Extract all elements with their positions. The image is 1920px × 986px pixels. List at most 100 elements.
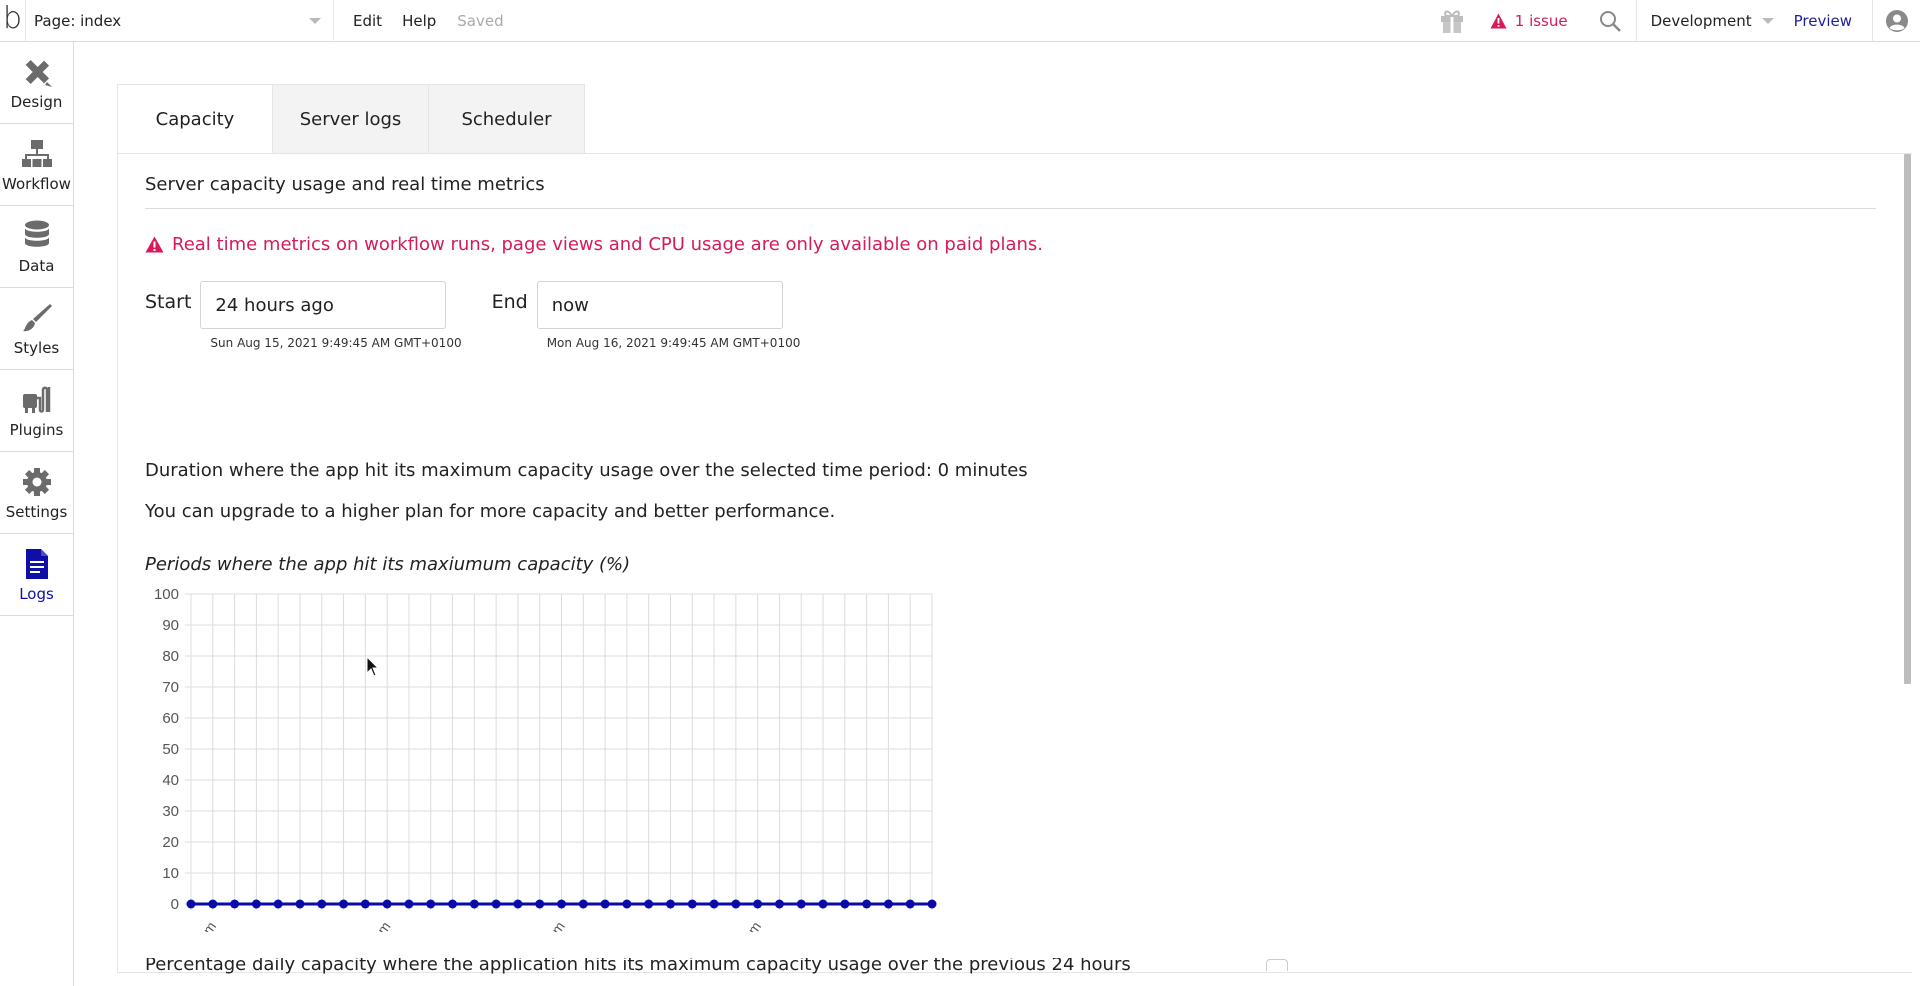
data-point [295,899,305,909]
app-logo[interactable]: b [0,0,26,42]
y-tick-label: 30 [162,803,179,820]
design-icon [20,55,54,89]
data-point [818,899,828,909]
upgrade-text: You can upgrade to a higher plan for mor… [145,501,836,522]
y-tick-label: 50 [162,741,179,758]
data-point [644,899,654,909]
chevron-down-icon [1761,18,1774,24]
data-point [360,899,370,909]
end-label: End [491,291,528,313]
start-group: Start Sun Aug 15, 2021 9:49:45 AM GMT+01… [145,281,462,350]
user-avatar[interactable] [1872,0,1920,42]
warning-icon [145,236,164,253]
data-point [927,899,937,909]
y-tick-label: 10 [162,865,179,882]
data-point [600,899,610,909]
data-point [774,899,784,909]
sidebar-item-label: Logs [19,584,54,603]
sidebar-item-label: Styles [13,338,60,357]
page-selector[interactable]: Page: index [26,0,334,42]
y-axis-ticks: 0 10 20 30 40 50 60 70 80 90 100 [154,586,179,913]
data-point [557,899,566,909]
start-resolved-date: Sun Aug 15, 2021 9:49:45 AM GMT+0100 [210,336,462,350]
data-point [622,899,632,909]
sidebar-item-label: Data [18,256,55,275]
data-point [796,899,806,909]
top-bar: b Page: index Edit Help Saved 1 issue De… [0,0,1920,42]
gift-icon[interactable] [1438,7,1466,35]
document-icon [20,547,54,581]
issues-button[interactable]: 1 issue [1490,12,1568,30]
sidebar-item-label: Workflow [2,174,71,193]
data-point [404,899,414,909]
search-icon[interactable] [1598,9,1622,33]
data-point [273,899,283,909]
data-point [535,899,545,909]
data-point [883,899,893,909]
menu-help[interactable]: Help [402,12,436,30]
sidebar-item-styles[interactable]: Styles [0,288,73,370]
start-input[interactable] [200,281,447,329]
top-right-controls: 1 issue Development Preview [1438,0,1920,42]
vertical-scrollbar[interactable] [1904,154,1911,684]
duration-text: Duration where the app hit its maximum c… [145,460,1028,481]
x-axis-ticks: 8:46 am 9:00 am 9:15 am 9:31 am [177,919,764,970]
chevron-down-icon [309,17,321,24]
time-range: Start Sun Aug 15, 2021 9:49:45 AM GMT+01… [145,281,800,350]
gear-icon [20,465,54,499]
data-point [317,899,327,909]
tab-scheduler[interactable]: Scheduler [429,84,585,154]
save-status: Saved [457,11,504,30]
environment-selector[interactable]: Development [1637,12,1794,30]
sidebar-item-plugins[interactable]: Plugins [0,370,73,452]
data-point [208,899,218,909]
data-point [709,899,719,909]
divider [145,208,1876,209]
sidebar-item-data[interactable]: Data [0,206,73,288]
sidebar-item-logs[interactable]: Logs [0,534,73,616]
data-point [339,899,349,909]
info-toggle[interactable] [1266,959,1288,971]
data-point [578,899,588,909]
y-tick-label: 0 [171,896,179,913]
sidebar-item-label: Plugins [9,420,64,439]
y-tick-label: 40 [162,772,179,789]
brush-icon [20,301,54,335]
data-point [513,899,523,909]
data-point [491,899,501,909]
chart-title: Periods where the app hit its maxiumum c… [145,554,631,575]
end-group: End Mon Aug 16, 2021 9:49:45 AM GMT+0100 [491,281,801,350]
horizontal-grid [185,593,932,905]
data-point [448,899,458,909]
sidebar: Design Workflow Data Styles Plugins Sett… [0,42,74,986]
panel-title: Server capacity usage and real time metr… [145,174,545,195]
x-tick-label: 9:00 am [351,919,393,932]
workflow-icon [20,137,54,171]
issues-label: 1 issue [1514,12,1568,30]
sidebar-item-workflow[interactable]: Workflow [0,124,73,206]
sidebar-item-settings[interactable]: Settings [0,452,73,534]
sidebar-item-label: Settings [5,502,68,521]
tab-capacity[interactable]: Capacity [117,84,273,154]
y-tick-label: 20 [162,834,179,851]
y-tick-label: 90 [162,617,179,634]
x-tick-label: 8:46 am [177,919,219,932]
preview-button[interactable]: Preview [1794,12,1852,30]
end-resolved-date: Mon Aug 16, 2021 9:49:45 AM GMT+0100 [546,336,801,350]
start-label: Start [145,291,192,313]
paid-plan-warning: Real time metrics on workflow runs, page… [145,234,1043,255]
tab-server-logs[interactable]: Server logs [273,84,429,154]
data-point [905,899,915,909]
page-selector-label: Page: index [34,11,122,30]
sidebar-item-design[interactable]: Design [0,42,73,124]
menu-edit[interactable]: Edit [353,12,382,30]
warning-text: Real time metrics on workflow runs, page… [172,234,1043,255]
data-point [665,899,675,909]
y-tick-label: 80 [162,648,179,665]
logs-panel: Capacity Server logs Scheduler Server ca… [117,84,1920,974]
end-input[interactable] [536,281,783,329]
user-icon [1885,10,1908,32]
y-tick-label: 100 [154,586,179,603]
x-tick-label: 9:31 am [722,919,764,932]
database-icon [20,219,54,253]
